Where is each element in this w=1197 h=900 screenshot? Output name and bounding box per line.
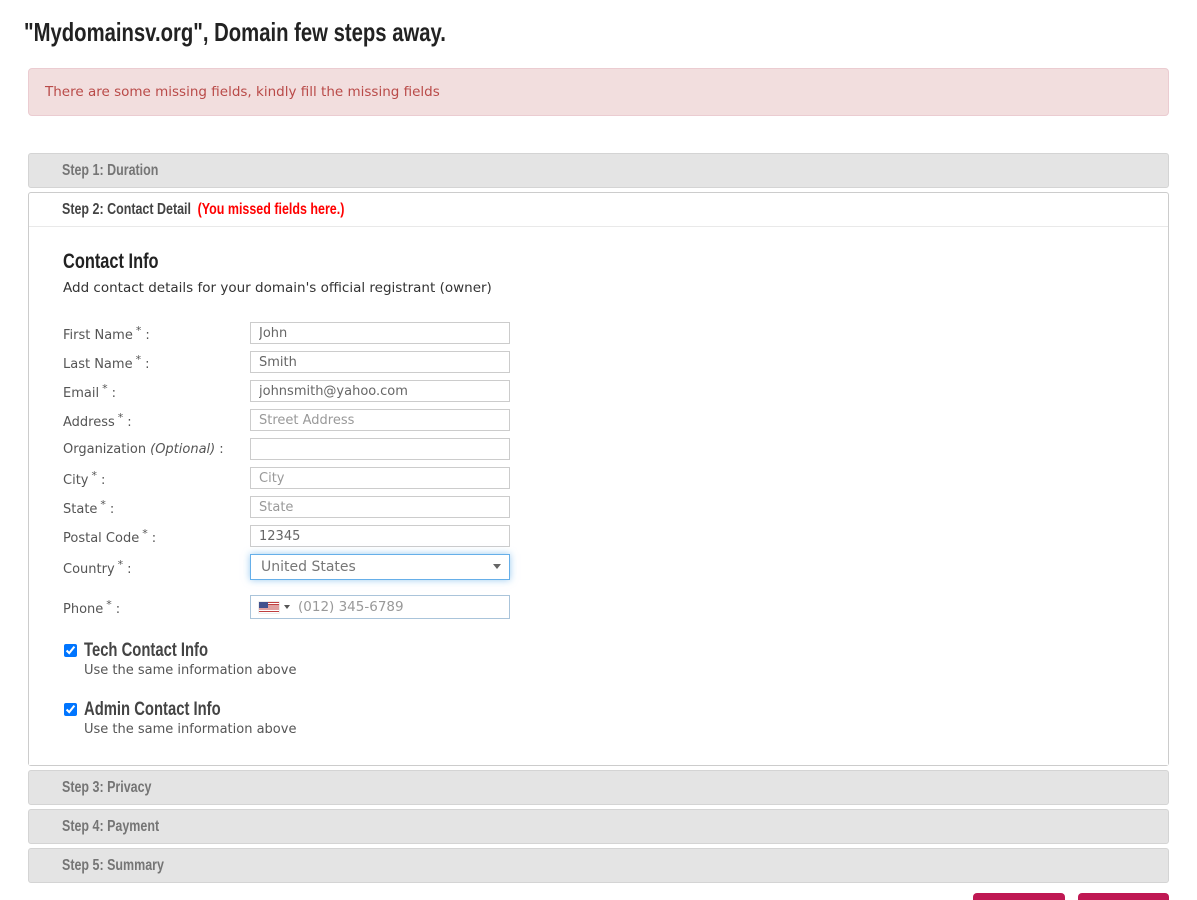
page-title: "Mydomainsv.org", Domain few steps away.	[24, 16, 1197, 49]
city-input[interactable]	[250, 467, 510, 489]
last-name-row: Last Name*:	[63, 351, 1134, 373]
tech-contact-checkbox[interactable]	[64, 644, 77, 657]
form-actions: Back Next	[28, 893, 1169, 900]
state-label: State*:	[63, 498, 250, 517]
first-name-label: First Name*:	[63, 324, 250, 343]
email-input[interactable]	[250, 380, 510, 402]
tech-contact-note: Use the same information above	[84, 663, 296, 678]
step-2-warning: (You missed fields here.)	[198, 201, 345, 218]
tech-contact-section: Tech Contact Info Use the same informati…	[63, 640, 1134, 678]
contact-info-subheading: Add contact details for your domain's of…	[63, 280, 1134, 296]
state-row: State*:	[63, 496, 1134, 518]
step-5-panel: Step 5: Summary	[28, 848, 1169, 883]
postal-code-row: Postal Code*:	[63, 525, 1134, 547]
tech-contact-heading: Tech Contact Info	[84, 640, 296, 661]
caret-down-icon[interactable]	[284, 605, 290, 609]
step-3-label: Step 3: Privacy	[62, 778, 151, 797]
admin-contact-checkbox[interactable]	[64, 703, 77, 716]
organization-input[interactable]	[250, 438, 510, 460]
email-label: Email*:	[63, 382, 250, 401]
phone-field	[250, 595, 510, 619]
alert-message: There are some missing fields, kindly fi…	[45, 84, 440, 100]
step-5-label: Step 5: Summary	[62, 856, 164, 875]
step-1-header[interactable]: Step 1: Duration	[29, 154, 1168, 187]
first-name-row: First Name*:	[63, 322, 1134, 344]
step-1-panel: Step 1: Duration	[28, 153, 1169, 188]
postal-code-input[interactable]	[250, 525, 510, 547]
organization-row: Organization(Optional):	[63, 438, 1134, 460]
address-label: Address*:	[63, 411, 250, 430]
address-row: Address*:	[63, 409, 1134, 431]
step-2-label: Step 2: Contact Detail	[62, 201, 191, 218]
next-button[interactable]: Next	[1078, 893, 1169, 900]
last-name-label: Last Name*:	[63, 353, 250, 372]
missing-fields-alert: There are some missing fields, kindly fi…	[28, 68, 1169, 116]
steps-accordion: Step 1: Duration Step 2: Contact Detail …	[28, 153, 1169, 883]
country-select[interactable]: United States	[250, 554, 510, 580]
phone-row: Phone*:	[63, 595, 1134, 619]
city-row: City*:	[63, 467, 1134, 489]
back-button[interactable]: Back	[973, 893, 1065, 900]
admin-contact-note: Use the same information above	[84, 722, 296, 737]
city-label: City*:	[63, 469, 250, 488]
step-2-panel: Step 2: Contact Detail (You missed field…	[28, 192, 1169, 766]
contact-detail-body: Contact Info Add contact details for you…	[29, 227, 1168, 765]
admin-contact-section: Admin Contact Info Use the same informat…	[63, 699, 1134, 737]
country-label: Country*:	[63, 558, 250, 577]
address-input[interactable]	[250, 409, 510, 431]
us-flag-icon[interactable]	[259, 602, 279, 613]
email-row: Email*:	[63, 380, 1134, 402]
postal-code-label: Postal Code*:	[63, 527, 250, 546]
step-4-header[interactable]: Step 4: Payment	[29, 810, 1168, 843]
contact-info-heading: Contact Info	[63, 249, 1134, 274]
first-name-input[interactable]	[250, 322, 510, 344]
step-4-label: Step 4: Payment	[62, 817, 159, 836]
step-1-label: Step 1: Duration	[62, 161, 158, 180]
state-input[interactable]	[250, 496, 510, 518]
organization-label: Organization(Optional):	[63, 442, 250, 457]
phone-input[interactable]	[298, 597, 501, 617]
step-2-header[interactable]: Step 2: Contact Detail (You missed field…	[29, 193, 1168, 227]
phone-label: Phone*:	[63, 598, 250, 617]
step-3-header[interactable]: Step 3: Privacy	[29, 771, 1168, 804]
country-row: Country*: United States	[63, 554, 1134, 580]
step-3-panel: Step 3: Privacy	[28, 770, 1169, 805]
step-5-header[interactable]: Step 5: Summary	[29, 849, 1168, 882]
step-4-panel: Step 4: Payment	[28, 809, 1169, 844]
admin-contact-heading: Admin Contact Info	[84, 699, 296, 720]
last-name-input[interactable]	[250, 351, 510, 373]
